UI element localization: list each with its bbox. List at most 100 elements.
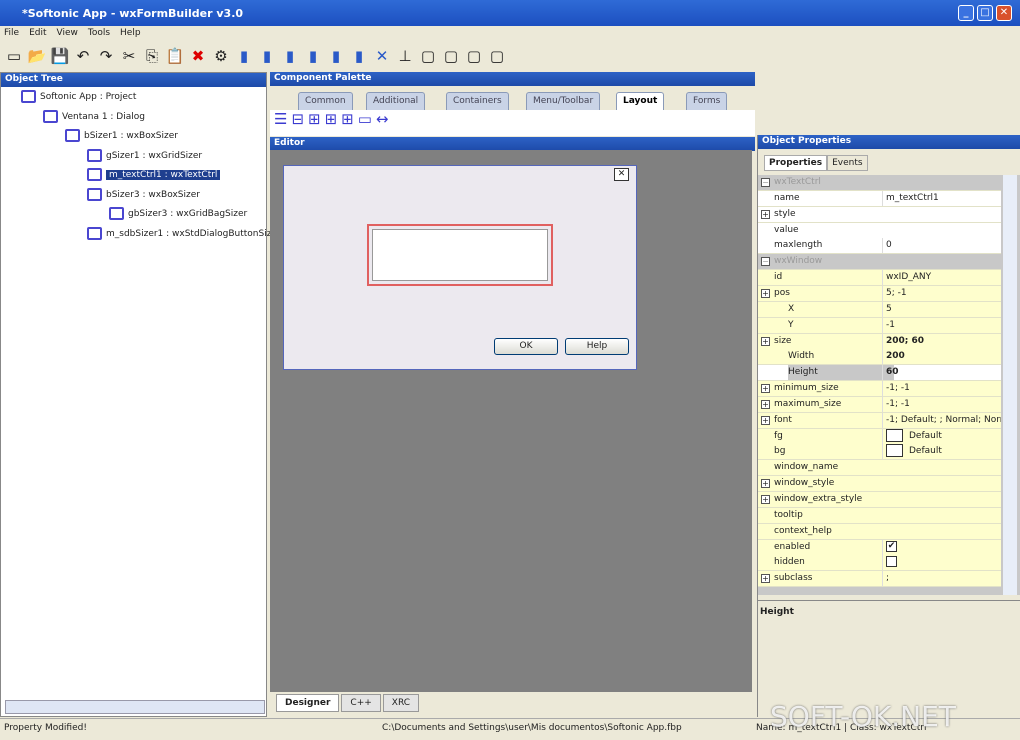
expand-icon[interactable]: +	[761, 415, 770, 425]
maximize-button[interactable]: □	[977, 5, 993, 21]
property-row[interactable]: − wxWindow	[758, 254, 1001, 271]
open-icon[interactable]: 📂	[27, 46, 47, 66]
minimize-button[interactable]: _	[958, 5, 974, 21]
property-row[interactable]: Width 200	[758, 349, 1001, 366]
close-icon[interactable]: ✕	[614, 168, 629, 181]
property-value[interactable]	[882, 555, 1001, 571]
tree-item[interactable]: bSizer3 : wxBoxSizer	[87, 187, 200, 203]
tree-item[interactable]: Ventana 1 : Dialog	[43, 109, 145, 125]
property-row[interactable]: − wxTextCtrl	[758, 175, 1001, 191]
tab-events[interactable]: Events	[827, 155, 868, 171]
tab-menu-toolbar[interactable]: Menu/Toolbar	[526, 92, 601, 110]
close-button[interactable]: ✕	[996, 5, 1012, 21]
property-row[interactable]: + maximum_size -1; -1	[758, 396, 1001, 413]
redo-icon[interactable]: ↷	[96, 46, 116, 66]
tab-designer[interactable]: Designer	[276, 694, 340, 712]
cut-icon[interactable]: ✂	[119, 46, 139, 66]
expand-icon[interactable]: +	[761, 495, 770, 504]
expand-icon[interactable]: ✕	[372, 46, 392, 66]
align-center-icon[interactable]: ▮	[257, 46, 277, 66]
align-bottom-icon[interactable]: ▮	[349, 46, 369, 66]
generate-icon[interactable]: ⚙	[211, 46, 231, 66]
property-row[interactable]: + subclass;	[758, 571, 1001, 588]
text-ctrl-preview[interactable]	[367, 224, 553, 286]
border-bottom-icon[interactable]: ▢	[487, 46, 507, 66]
expand-icon[interactable]: +	[761, 336, 770, 346]
property-row[interactable]: hidden	[758, 555, 1001, 572]
checkbox-checked[interactable]: ✔	[886, 540, 897, 552]
tree-item[interactable]: gbSizer3 : wxGridBagSizer	[109, 206, 247, 222]
property-row[interactable]: + window_extra_style	[758, 492, 1001, 508]
stretch-icon[interactable]: ⊥	[395, 46, 415, 66]
property-row[interactable]: tooltip	[758, 507, 1001, 524]
tree-item[interactable]: m_textCtrl1 : wxTextCtrl	[87, 167, 221, 183]
menu-help[interactable]: Help	[120, 28, 141, 38]
copy-icon[interactable]: ⎘	[142, 46, 162, 66]
property-row[interactable]: X5	[758, 301, 1001, 318]
property-row[interactable]: + minimum_size -1; -1	[758, 381, 1001, 398]
tab-layout[interactable]: Layout	[616, 92, 665, 110]
tab-cpp[interactable]: C++	[341, 694, 381, 712]
align-right-icon[interactable]: ▮	[280, 46, 300, 66]
menu-view[interactable]: View	[57, 28, 78, 38]
sizer-icons[interactable]: ☰⊟⊞⊞⊞▭↔	[270, 110, 392, 128]
tab-forms[interactable]: Forms	[686, 92, 728, 110]
property-row[interactable]: name m_textCtrl1	[758, 190, 1001, 207]
color-swatch[interactable]	[886, 444, 903, 458]
ok-button[interactable]: OK	[494, 338, 558, 355]
property-row[interactable]: enabled ✔	[758, 539, 1001, 556]
tree-item[interactable]: Softonic App : Project	[21, 89, 136, 105]
menu-tools[interactable]: Tools	[88, 28, 110, 38]
expand-icon[interactable]: +	[761, 399, 770, 409]
border-right-icon[interactable]: ▢	[441, 46, 461, 66]
save-icon[interactable]: 💾	[50, 46, 70, 66]
paste-icon[interactable]: 📋	[165, 46, 185, 66]
expand-icon[interactable]: +	[761, 574, 770, 584]
property-row[interactable]: Height 60	[758, 365, 1001, 382]
tree-item[interactable]: bSizer1 : wxBoxSizer	[65, 128, 178, 144]
new-icon[interactable]: ▭	[4, 46, 24, 66]
property-row[interactable]: maxlength 0	[758, 238, 1001, 255]
align-middle-icon[interactable]: ▮	[326, 46, 346, 66]
property-row[interactable]: + style	[758, 206, 1001, 223]
border-left-icon[interactable]: ▢	[418, 46, 438, 66]
property-row[interactable]: + size 200; 60	[758, 333, 1001, 350]
property-scrollbar[interactable]	[1003, 175, 1017, 595]
property-row[interactable]: context_help	[758, 523, 1001, 540]
property-row[interactable]: bg Default	[758, 444, 1001, 461]
undo-icon[interactable]: ↶	[73, 46, 93, 66]
property-row[interactable]: value	[758, 222, 1001, 239]
expand-icon[interactable]: −	[761, 257, 770, 267]
property-row[interactable]: fg Default	[758, 428, 1001, 445]
property-value[interactable]: ✔	[882, 539, 1001, 555]
checkbox-unchecked[interactable]	[886, 556, 897, 568]
property-row[interactable]: window_name	[758, 460, 1001, 477]
property-row[interactable]: + pos 5; -1	[758, 285, 1001, 302]
delete-icon[interactable]: ✖	[188, 46, 208, 66]
tab-additional[interactable]: Additional	[366, 92, 426, 110]
align-left-icon[interactable]: ▮	[234, 46, 254, 66]
border-top-icon[interactable]: ▢	[464, 46, 484, 66]
property-row[interactable]: id wxID_ANY	[758, 270, 1001, 287]
tab-containers[interactable]: Containers	[446, 92, 509, 110]
tab-common[interactable]: Common	[298, 92, 353, 110]
tab-properties[interactable]: Properties	[764, 155, 828, 171]
property-row[interactable]: Y -1	[758, 317, 1001, 334]
align-top-icon[interactable]: ▮	[303, 46, 323, 66]
property-row[interactable]: + font -1; Default; ; Normal; Normal	[758, 412, 1001, 429]
expand-icon[interactable]: +	[761, 384, 770, 394]
tree-item-label: bSizer1 : wxBoxSizer	[84, 131, 178, 141]
tree-item[interactable]: gSizer1 : wxGridSizer	[87, 148, 202, 164]
menu-edit[interactable]: Edit	[29, 28, 46, 38]
expand-icon[interactable]: +	[761, 209, 770, 219]
color-swatch[interactable]	[886, 428, 903, 442]
expand-icon[interactable]: −	[761, 178, 770, 187]
tab-xrc[interactable]: XRC	[382, 694, 420, 712]
menu-file[interactable]: File	[4, 28, 19, 38]
expand-icon[interactable]: +	[761, 288, 770, 298]
property-row[interactable]: + window_style	[758, 476, 1001, 493]
help-button[interactable]: Help	[565, 338, 629, 355]
tree-item[interactable]: m_sdbSizer1 : wxStdDialogButtonSizer	[87, 226, 281, 242]
horizontal-scrollbar[interactable]	[5, 700, 265, 714]
expand-icon[interactable]: +	[761, 479, 770, 489]
